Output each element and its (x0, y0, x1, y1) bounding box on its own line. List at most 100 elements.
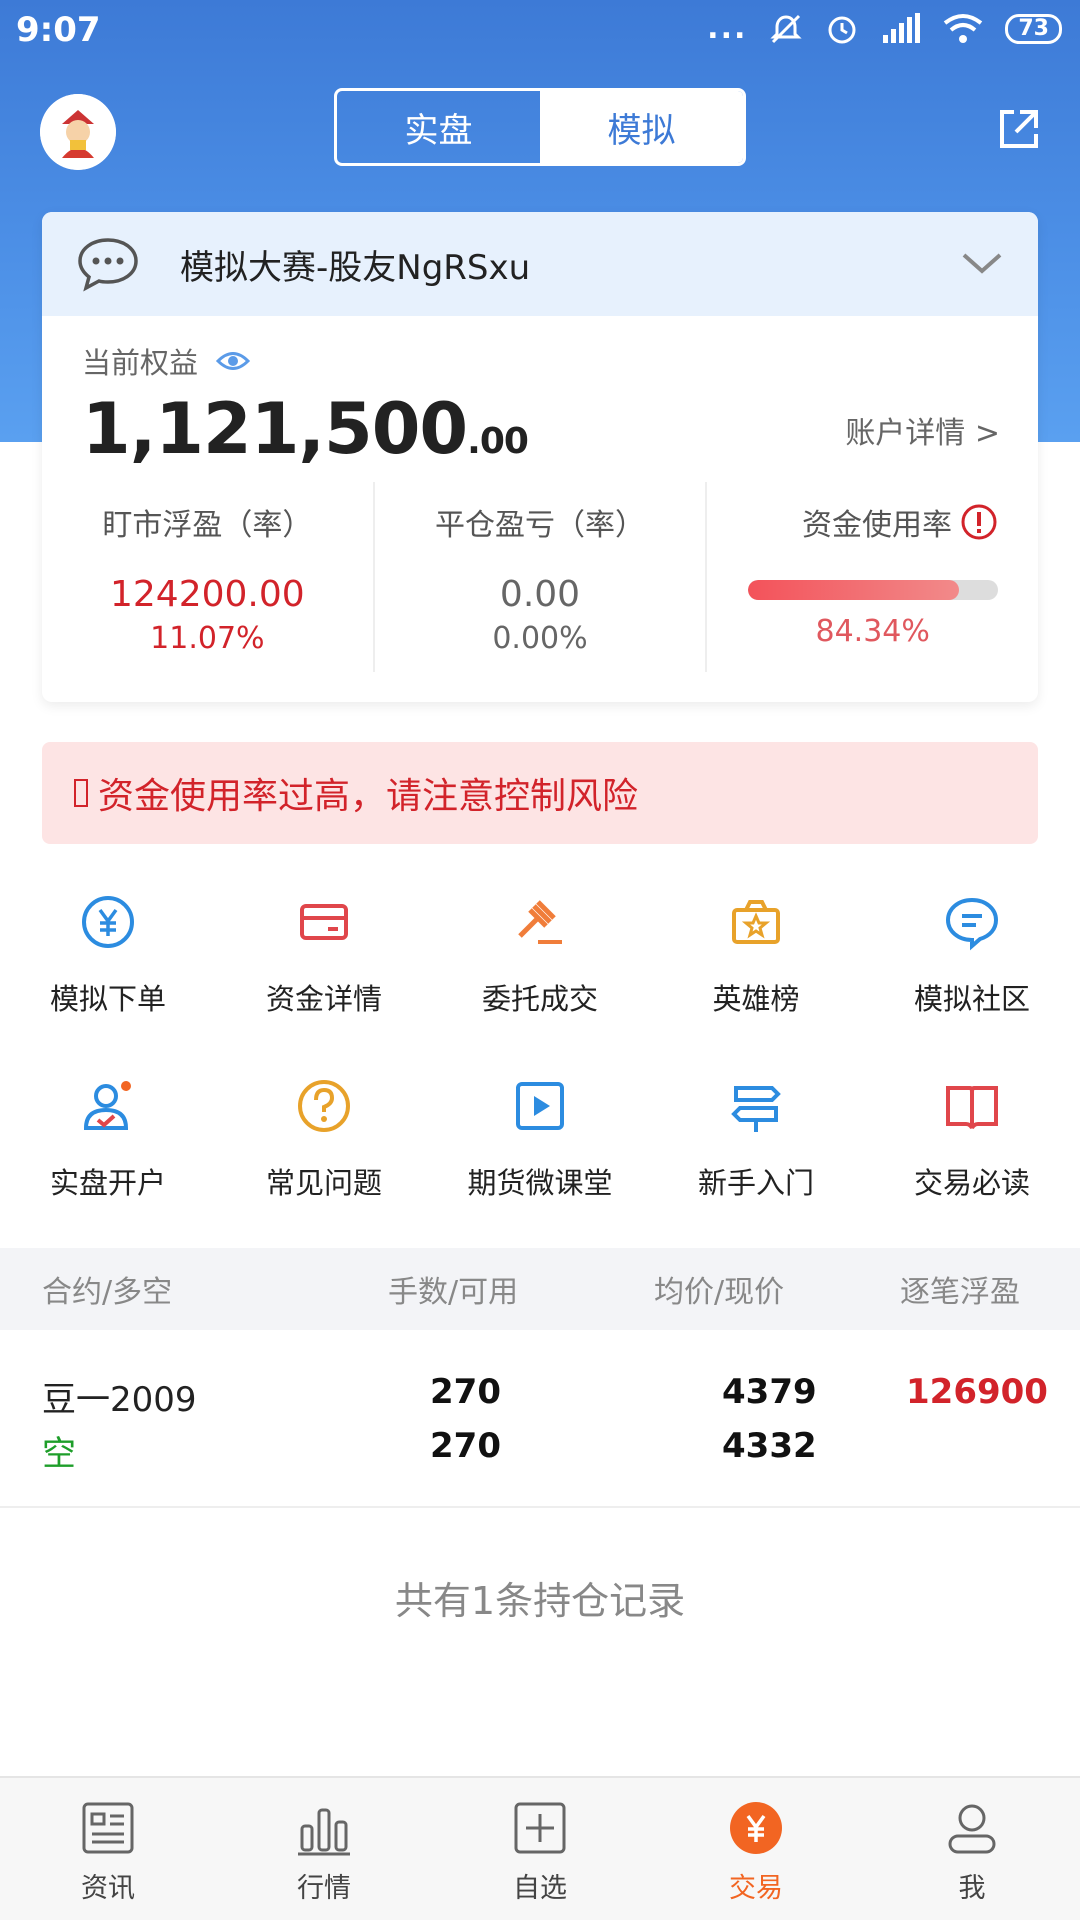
contest-name: 模拟大赛-股友NgRSxu (180, 247, 531, 288)
header-lots: 手数/可用 (388, 1275, 519, 1310)
user-check-icon (83, 1081, 131, 1130)
menu-faq[interactable]: 常见问题 (216, 1052, 432, 1236)
header-price: 均价/现价 (654, 1275, 785, 1310)
stat-rate: 0.00% (492, 621, 588, 656)
equity-value: 1,121,500.00 (82, 388, 529, 470)
contract-name: 豆一2009 (42, 1380, 197, 1420)
bottom-nav: 资讯 行情 自选 交易 我 (0, 1776, 1080, 1920)
bars-icon (298, 1808, 350, 1856)
more-dots-icon: ... (707, 11, 748, 46)
nav-news[interactable]: 资讯 (0, 1778, 216, 1920)
chevron-down-icon (962, 253, 1002, 274)
play-icon (516, 1082, 564, 1130)
account-detail-link[interactable]: 账户详情 > (845, 408, 1000, 452)
nav-label: 行情 (297, 1873, 351, 1904)
equity-label: 当前权益 (82, 346, 199, 380)
alert-icon[interactable] (960, 503, 998, 541)
stat-label: 平仓盈亏（率） (435, 508, 645, 543)
eye-icon[interactable] (216, 350, 251, 372)
alarm-icon (828, 16, 856, 44)
pnl-value: 126900 (906, 1372, 1048, 1412)
signpost-icon (731, 1086, 781, 1132)
plus-box-icon (514, 1802, 566, 1854)
account-stats: 盯市浮盈（率） 124200.00 11.07% 平仓盈亏（率） 0.00 0.… (42, 482, 1038, 672)
stat-rate: 11.07% (150, 621, 265, 656)
news-icon (82, 1802, 134, 1854)
menu-label: 英雄榜 (712, 982, 800, 1016)
nav-watchlist[interactable]: 自选 (432, 1778, 648, 1920)
header-pnl: 逐笔浮盈 (900, 1275, 1020, 1310)
equity-integer: 1,121,500 (82, 388, 468, 470)
book-icon (946, 1086, 998, 1129)
positions-header: 合约/多空 手数/可用 均价/现价 逐笔浮盈 (0, 1248, 1080, 1330)
equity-label-row: 当前权益 (82, 340, 251, 382)
user-icon (948, 1804, 996, 1854)
menu-leaderboard[interactable]: 英雄榜 (648, 868, 864, 1052)
menu-orders-trades[interactable]: 委托成交 (432, 868, 648, 1052)
menu-label: 期货微课堂 (467, 1166, 613, 1200)
nav-label: 我 (958, 1873, 986, 1904)
gavel-icon (518, 900, 562, 944)
direction-label: 空 (42, 1434, 76, 1474)
chat-bubble-icon (945, 897, 999, 951)
positions-summary: 共有1条持仓记录 (394, 1579, 686, 1623)
risk-warning-banner: 资金使用率过高，请注意控制风险 (42, 742, 1038, 844)
share-icon[interactable] (994, 104, 1044, 154)
nav-trade[interactable]: 交易 (648, 1778, 864, 1920)
status-bar: 9:07 ... 73 (0, 0, 1080, 66)
avatar[interactable] (40, 94, 116, 170)
menu-label: 新手入门 (697, 1166, 814, 1200)
yuan-active-icon (730, 1802, 782, 1854)
menu-micro-class[interactable]: 期货微课堂 (432, 1052, 648, 1236)
warning-glyph-icon (74, 779, 88, 807)
avg-price-value: 4379 (722, 1372, 817, 1412)
stat-closed-pnl: 平仓盈亏（率） 0.00 0.00% (372, 482, 706, 672)
account-card: 模拟大赛-股友NgRSxu 当前权益 1,121,500.00 账户详情 > 盯… (42, 212, 1038, 702)
current-price-value: 4332 (722, 1426, 817, 1466)
menu-sim-order[interactable]: 模拟下单 (0, 868, 216, 1052)
avatar-character-icon (40, 94, 116, 170)
stat-value: 124200.00 (109, 574, 305, 615)
function-grid: 模拟下单 资金详情 委托成交 英雄榜 模拟社区 实盘开户 常见问题 期货微课堂 … (0, 868, 1080, 1236)
nav-me[interactable]: 我 (864, 1778, 1080, 1920)
stat-label: 资金使用率 (802, 508, 953, 543)
warning-text: 资金使用率过高，请注意控制风险 (98, 776, 639, 817)
menu-label: 资金详情 (265, 982, 382, 1016)
stat-label: 盯市浮盈（率） (102, 508, 313, 543)
menu-label: 模拟社区 (913, 982, 1030, 1016)
wifi-icon (944, 14, 983, 43)
status-icons: ... 73 (707, 12, 1062, 46)
battery-indicator: 73 (1005, 14, 1062, 44)
stat-value: 0.00 (499, 574, 581, 615)
menu-beginner[interactable]: 新手入门 (648, 1052, 864, 1236)
available-value: 270 (430, 1426, 501, 1466)
account-mode-toggle: 实盘 模拟 (334, 88, 746, 166)
menu-label: 常见问题 (265, 1166, 382, 1200)
tab-simulated[interactable]: 模拟 (540, 91, 743, 163)
yuan-circle-icon (82, 896, 134, 948)
equity-decimal: .00 (467, 421, 529, 462)
header-contract: 合约/多空 (42, 1275, 173, 1310)
stat-floating-pnl: 盯市浮盈（率） 124200.00 11.07% (42, 482, 373, 672)
menu-open-account[interactable]: 实盘开户 (0, 1052, 216, 1236)
menu-fund-detail[interactable]: 资金详情 (216, 868, 432, 1052)
card-icon (300, 904, 348, 940)
signal-icon (883, 13, 921, 43)
menu-must-read[interactable]: 交易必读 (864, 1052, 1080, 1236)
usage-rate: 84.34% (815, 614, 930, 649)
nav-label: 资讯 (81, 1873, 135, 1904)
chat-icon (78, 238, 138, 292)
menu-label: 模拟下单 (49, 982, 166, 1016)
menu-label: 交易必读 (913, 1166, 1030, 1200)
nav-label: 交易 (729, 1873, 783, 1904)
menu-label: 委托成交 (481, 982, 598, 1016)
star-box-icon (732, 900, 780, 944)
nav-market[interactable]: 行情 (216, 1778, 432, 1920)
usage-label-row: 资金使用率 (707, 500, 1038, 544)
tab-real[interactable]: 实盘 (337, 91, 540, 163)
contest-selector[interactable]: 模拟大赛-股友NgRSxu (42, 212, 1038, 316)
status-time: 9:07 (16, 10, 101, 50)
position-row[interactable]: 豆一2009 空 270 270 4379 4332 126900 (0, 1330, 1080, 1508)
lots-value: 270 (430, 1372, 501, 1412)
menu-community[interactable]: 模拟社区 (864, 868, 1080, 1052)
